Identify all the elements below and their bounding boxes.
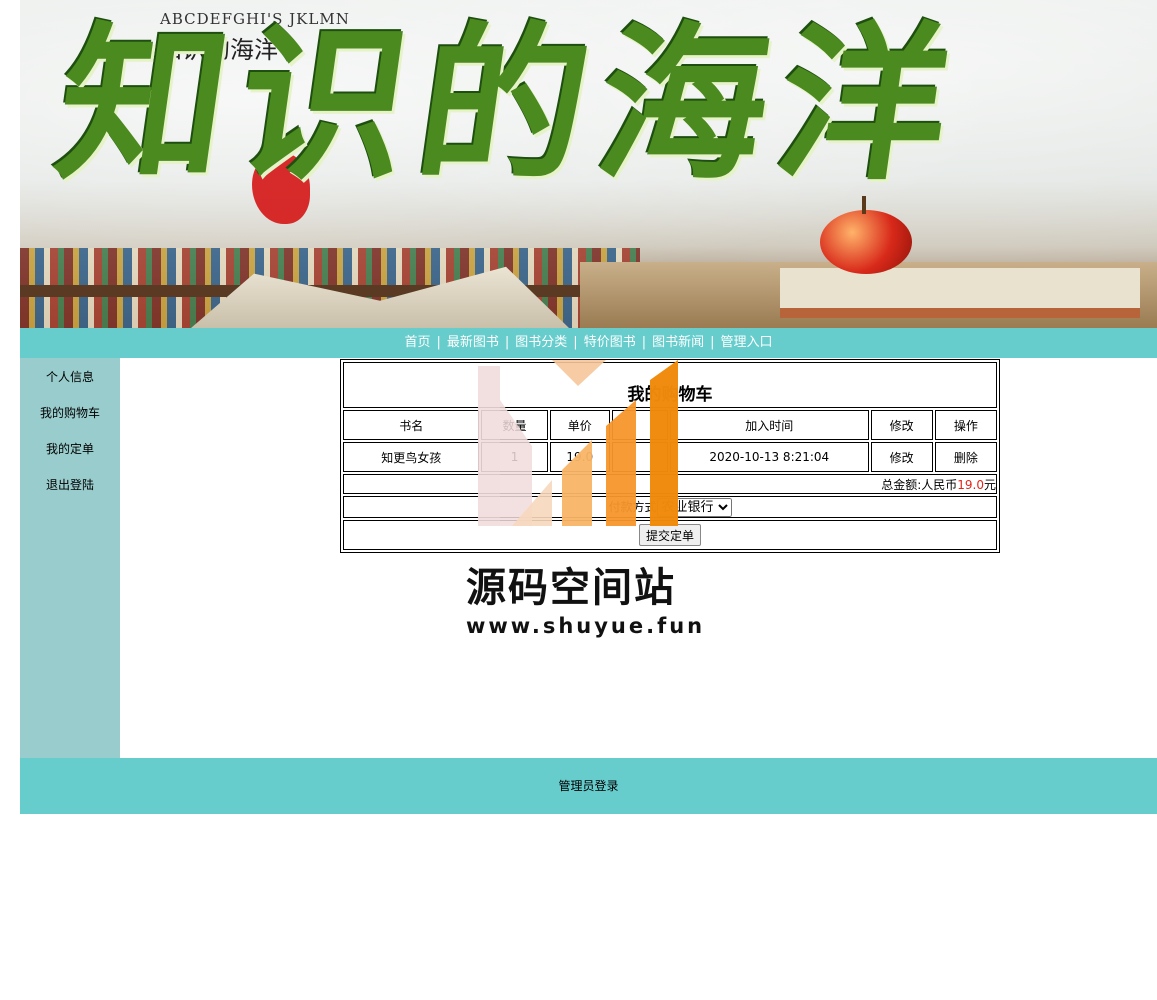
- watermark-url: www.shuyue.fun: [466, 614, 706, 638]
- nav-specials[interactable]: 特价图书: [584, 335, 636, 350]
- header-modify: 修改: [870, 410, 933, 440]
- page: ABCDEFGHI'S JKLMN 知识的海洋 知识的海洋 首页 | 最新图书 | 图书…: [0, 0, 1157, 1000]
- nav-home[interactable]: 首页: [404, 335, 430, 350]
- total-value: 19.0: [957, 477, 984, 492]
- nav-separator: |: [641, 335, 647, 350]
- cart-total: 总金额:人民币19.0元: [343, 474, 997, 494]
- payment-method-select[interactable]: 农业银行: [656, 497, 732, 517]
- total-prefix: 总金额:人民币: [881, 477, 958, 492]
- cell-added-time: 2020-10-13 8:21:04: [669, 442, 869, 472]
- nav-separator: |: [710, 335, 715, 350]
- modify-link[interactable]: 修改: [870, 442, 933, 472]
- sidebar-item-logout[interactable]: 退出登陆: [20, 466, 120, 502]
- cart-total-row: 总金额:人民币19.0元: [343, 474, 997, 494]
- cart-payment-row: 付款方式 农业银行: [343, 496, 997, 518]
- footer: 管理员登录: [20, 758, 1157, 814]
- sidebar-item-orders[interactable]: 我的定单: [20, 430, 120, 466]
- submit-cell: 提交定单: [343, 520, 997, 550]
- sidebar-item-profile[interactable]: 个人信息: [20, 358, 120, 394]
- cart-title-row: 我的购物车: [343, 362, 997, 408]
- sidebar-item-cart[interactable]: 我的购物车: [20, 394, 120, 430]
- header-blank: [611, 410, 668, 440]
- header-action: 操作: [934, 410, 997, 440]
- apple-image: [820, 210, 912, 274]
- cart-submit-row: 提交定单: [343, 520, 997, 550]
- table-row: 知更鸟女孩 1 19.0 2020-10-13 8:21:04 修改 删除: [343, 442, 997, 472]
- nav-separator: |: [436, 335, 441, 350]
- cell-unit-price: 19.0: [549, 442, 610, 472]
- nav-separator: |: [573, 335, 578, 350]
- top-nav: 首页 | 最新图书 | 图书分类 | 特价图书 | 图书新闻 | 管理入口: [20, 328, 1157, 358]
- cart-header-row: 书名 数量 单价 加入时间 修改 操作: [343, 410, 997, 440]
- cart-table: 我的购物车 书名 数量 单价 加入时间 修改 操作 知更鸟女孩 1 19.0 2…: [340, 359, 1000, 553]
- header-book-name: 书名: [343, 410, 480, 440]
- nav-separator: |: [504, 335, 510, 350]
- nav-categories[interactable]: 图书分类: [515, 335, 567, 350]
- banner-title: 知识的海洋: [46, 5, 974, 203]
- cart-title: 我的购物车: [343, 362, 997, 408]
- nav-admin[interactable]: 管理入口: [721, 335, 773, 350]
- watermark-title: 源码空间站: [466, 565, 676, 611]
- nav-new-books[interactable]: 最新图书: [447, 335, 499, 350]
- header-unit-price: 单价: [549, 410, 610, 440]
- header-quantity: 数量: [481, 410, 548, 440]
- closed-book-image: [780, 268, 1140, 318]
- sidebar: 个人信息 我的购物车 我的定单 退出登陆: [20, 358, 120, 758]
- total-suffix: 元: [983, 477, 996, 492]
- cell-quantity: 1: [481, 442, 548, 472]
- cell-blank: [611, 442, 668, 472]
- submit-order-button[interactable]: 提交定单: [638, 524, 701, 546]
- header-banner: ABCDEFGHI'S JKLMN 知识的海洋 知识的海洋: [20, 0, 1157, 328]
- admin-login-link[interactable]: 管理员登录: [558, 779, 618, 793]
- nav-news[interactable]: 图书新闻: [652, 335, 704, 350]
- payment-cell: 付款方式 农业银行: [343, 496, 997, 518]
- cell-book-name: 知更鸟女孩: [343, 442, 480, 472]
- payment-label: 付款方式: [608, 499, 657, 514]
- header-added-time: 加入时间: [669, 410, 869, 440]
- delete-link[interactable]: 删除: [934, 442, 997, 472]
